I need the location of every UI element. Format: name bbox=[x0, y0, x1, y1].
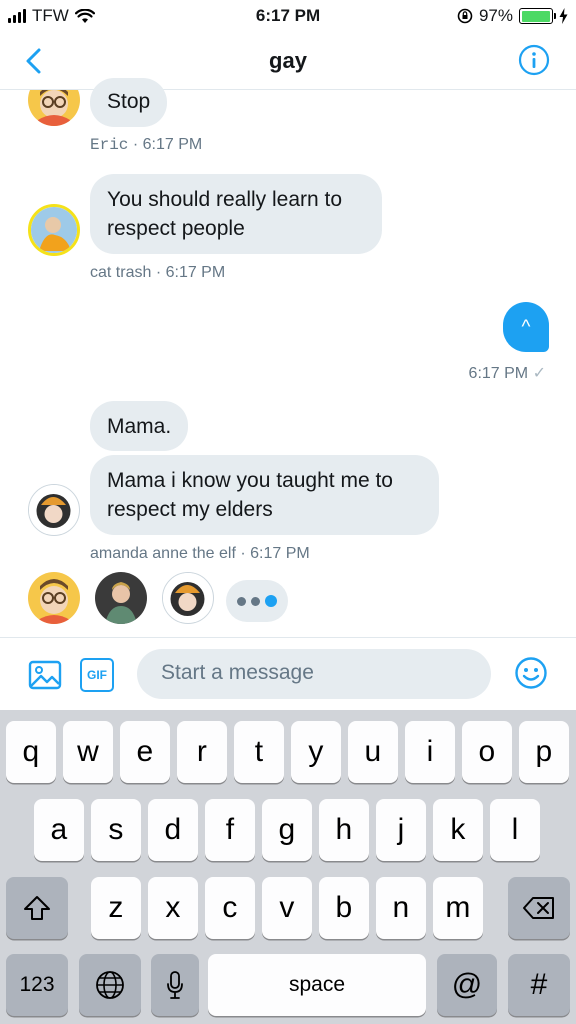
key-z[interactable]: z bbox=[91, 877, 141, 939]
meta-separator: · bbox=[155, 264, 162, 281]
info-icon[interactable] bbox=[518, 44, 550, 76]
key-i[interactable]: i bbox=[405, 721, 455, 783]
at-key[interactable]: @ bbox=[437, 954, 497, 1016]
shift-icon bbox=[24, 896, 50, 920]
key-b[interactable]: b bbox=[319, 877, 369, 939]
key-c[interactable]: c bbox=[205, 877, 255, 939]
charging-bolt-icon bbox=[559, 8, 568, 24]
typing-dot bbox=[251, 596, 260, 606]
avatar-cat-trash-image bbox=[31, 207, 77, 253]
image-icon[interactable] bbox=[28, 658, 62, 692]
avatar-amanda[interactable] bbox=[28, 484, 80, 536]
globe-key[interactable] bbox=[79, 954, 141, 1016]
message-meta: Eric · 6:17 PM bbox=[90, 136, 202, 154]
key-t[interactable]: t bbox=[234, 721, 284, 783]
key-s[interactable]: s bbox=[91, 799, 141, 861]
status-bar: TFW 6:17 PM 97% bbox=[0, 0, 576, 34]
key-p[interactable]: p bbox=[519, 721, 569, 783]
keyboard: qwertyuiop asdfghjkl zxcvbnm 123 space @… bbox=[0, 710, 576, 1024]
key-k[interactable]: k bbox=[433, 799, 483, 861]
message-time: 6:17 PM bbox=[165, 264, 226, 281]
message-time: 6:17 PM bbox=[468, 365, 529, 382]
outgoing-message-bubble[interactable]: ^ bbox=[503, 302, 549, 352]
typing-avatar-second[interactable] bbox=[95, 572, 147, 624]
numbers-key[interactable]: 123 bbox=[6, 954, 68, 1016]
key-v[interactable]: v bbox=[262, 877, 312, 939]
message-composer: GIF Start a message bbox=[0, 637, 576, 710]
key-n[interactable]: n bbox=[376, 877, 426, 939]
message-time: 6:17 PM bbox=[142, 136, 203, 153]
sender-name: amanda anne the elf bbox=[90, 545, 236, 562]
key-q[interactable]: q bbox=[6, 721, 56, 783]
key-h[interactable]: h bbox=[319, 799, 369, 861]
hash-key[interactable]: # bbox=[508, 954, 570, 1016]
key-g[interactable]: g bbox=[262, 799, 312, 861]
status-right: 97% bbox=[457, 6, 568, 26]
key-y[interactable]: y bbox=[291, 721, 341, 783]
battery-percent: 97% bbox=[478, 6, 513, 25]
backspace-key[interactable] bbox=[508, 877, 570, 939]
globe-icon bbox=[96, 971, 124, 999]
sender-name: cat trash bbox=[90, 264, 152, 281]
typing-dot bbox=[237, 596, 246, 606]
key-j[interactable]: j bbox=[376, 799, 426, 861]
space-key[interactable]: space bbox=[208, 954, 426, 1016]
typing-indicator bbox=[226, 580, 288, 622]
key-r[interactable]: r bbox=[177, 721, 227, 783]
key-d[interactable]: d bbox=[148, 799, 198, 861]
conversation-title[interactable]: gay bbox=[0, 48, 576, 74]
message-meta: cat trash · 6:17 PM bbox=[90, 264, 225, 282]
typing-avatar-amanda[interactable] bbox=[162, 572, 214, 624]
checkmark-icon: ✓ bbox=[532, 365, 546, 382]
key-l[interactable]: l bbox=[490, 799, 540, 861]
key-e[interactable]: e bbox=[120, 721, 170, 783]
avatar-amanda-image bbox=[163, 573, 212, 622]
message-bubble[interactable]: Mama. bbox=[90, 401, 189, 451]
key-w[interactable]: w bbox=[63, 721, 113, 783]
meta-separator: · bbox=[132, 136, 139, 153]
orientation-lock-icon bbox=[457, 8, 473, 24]
battery-fill bbox=[521, 10, 550, 22]
typing-avatar-eric[interactable] bbox=[28, 572, 80, 624]
key-x[interactable]: x bbox=[148, 877, 198, 939]
message-bubble[interactable]: Stop bbox=[90, 78, 168, 127]
emoji-icon[interactable] bbox=[514, 656, 548, 690]
typing-dot bbox=[265, 595, 277, 607]
meta-separator: · bbox=[240, 545, 246, 562]
message-bubble[interactable]: You should really learn to respect peopl… bbox=[90, 174, 382, 254]
shift-key[interactable] bbox=[6, 877, 68, 939]
message-meta: amanda anne the elf · 6:17 PM bbox=[90, 545, 310, 563]
message-time: 6:17 PM bbox=[250, 545, 310, 562]
message-input[interactable]: Start a message bbox=[137, 649, 491, 699]
dictation-key[interactable] bbox=[151, 954, 199, 1016]
message-bubble[interactable]: Mama i know you taught me to respect my … bbox=[90, 455, 439, 535]
battery-icon bbox=[519, 8, 556, 24]
avatar-amanda-image bbox=[29, 485, 78, 534]
conversation-header: gay bbox=[0, 34, 576, 90]
message-meta: 6:17 PM ✓ bbox=[469, 363, 546, 383]
sender-name: Eric bbox=[90, 136, 129, 154]
gif-button[interactable]: GIF bbox=[80, 658, 114, 692]
avatar-second-image bbox=[95, 572, 147, 624]
microphone-icon bbox=[167, 971, 183, 999]
key-f[interactable]: f bbox=[205, 799, 255, 861]
avatar-cat-trash[interactable] bbox=[28, 204, 80, 256]
key-o[interactable]: o bbox=[462, 721, 512, 783]
avatar-eric-image bbox=[28, 572, 80, 624]
backspace-icon bbox=[523, 897, 554, 919]
key-u[interactable]: u bbox=[348, 721, 398, 783]
key-m[interactable]: m bbox=[433, 877, 483, 939]
key-a[interactable]: a bbox=[34, 799, 84, 861]
